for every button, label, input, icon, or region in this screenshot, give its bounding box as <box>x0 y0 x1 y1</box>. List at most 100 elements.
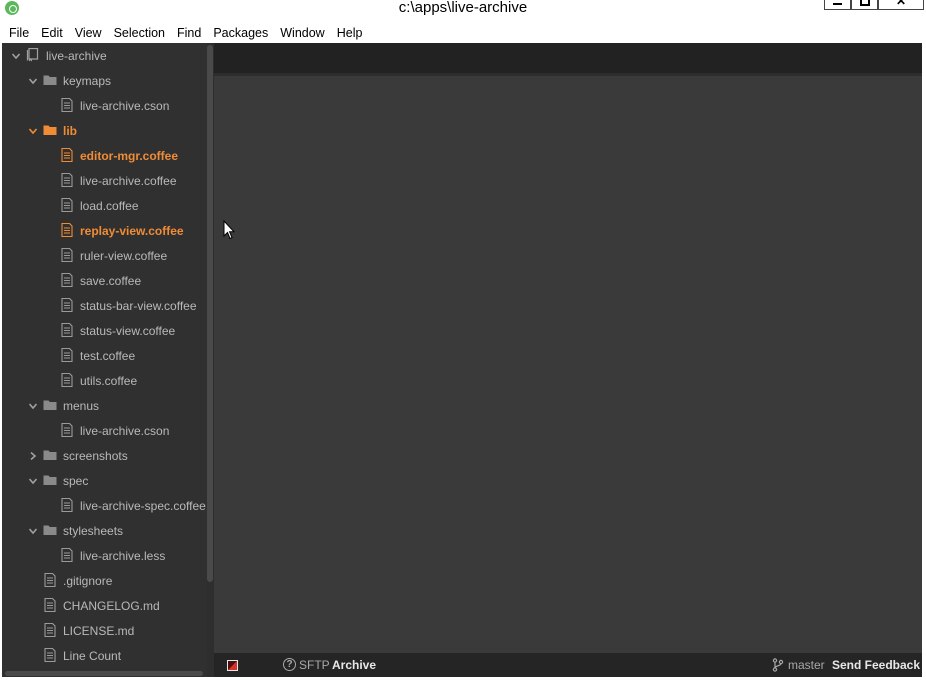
close-button[interactable]: ✕ <box>878 0 924 10</box>
git-branch-label[interactable]: master <box>788 658 825 672</box>
chevron-down-icon[interactable] <box>28 476 38 486</box>
file-text-icon <box>60 97 74 113</box>
chevron-down-icon[interactable] <box>28 126 38 136</box>
tree-item-label: live-archive-spec.coffee <box>80 499 206 513</box>
file-text-icon <box>60 197 74 213</box>
folder-icon <box>43 73 57 87</box>
tree-item-label: replay-view.coffee <box>80 224 184 238</box>
folder-icon <box>43 123 57 137</box>
folder-icon <box>43 523 57 537</box>
tree-item-label: live-archive.coffee <box>80 174 177 188</box>
maximize-icon <box>859 0 870 7</box>
sftp-status[interactable]: SFTP <box>299 658 330 672</box>
menu-bar: File Edit View Selection Find Packages W… <box>0 22 926 44</box>
tree-item-label: editor-mgr.coffee <box>80 149 179 163</box>
tree-item-label: live-archive.cson <box>80 99 170 113</box>
chevron-right-icon[interactable] <box>28 451 38 461</box>
tree-item-label: utils.coffee <box>80 374 138 388</box>
tree-item-label: test.coffee <box>80 349 136 363</box>
tree-file-item[interactable]: ruler-view.coffee <box>2 244 207 268</box>
git-branch-icon <box>772 658 784 672</box>
title-bar[interactable]: c:\apps\live-archive ✕ <box>0 0 926 20</box>
tree-file-item[interactable]: live-archive.less <box>2 544 207 568</box>
tree-file-item[interactable]: status-view.coffee <box>2 319 207 343</box>
file-text-icon <box>60 322 74 338</box>
menu-selection[interactable]: Selection <box>108 22 171 44</box>
archive-status[interactable]: Archive <box>332 658 376 672</box>
archive-status-icon[interactable] <box>227 660 238 671</box>
tree-file-item[interactable]: load.coffee <box>2 194 207 218</box>
folder-icon <box>43 473 57 487</box>
file-text-icon <box>60 147 74 163</box>
tab-bar <box>214 43 922 76</box>
editor-pane[interactable] <box>214 43 922 653</box>
tree-file-item[interactable]: live-archive-spec.coffee <box>2 494 207 518</box>
window-title: c:\apps\live-archive <box>398 0 528 16</box>
chevron-down-icon[interactable] <box>11 51 21 61</box>
tree-file-item[interactable]: replay-view.coffee <box>2 219 207 243</box>
file-text-icon <box>60 297 74 313</box>
tree-folder-item[interactable]: stylesheets <box>2 519 207 543</box>
file-text-icon <box>60 172 74 188</box>
file-text-icon <box>60 497 74 513</box>
tree-file-item[interactable]: live-archive.coffee <box>2 169 207 193</box>
tree-file-item[interactable]: live-archive.cson <box>2 419 207 443</box>
tree-file-item[interactable]: Line Count <box>2 644 207 668</box>
tree-item-label: .gitignore <box>63 574 113 588</box>
tree-file-item[interactable]: CHANGELOG.md <box>2 594 207 618</box>
status-bar: ? SFTP Archive master Send Feedback <box>214 653 922 677</box>
tree-file-item[interactable]: LICENSE.md <box>2 619 207 643</box>
tree-file-item[interactable]: .gitignore <box>2 569 207 593</box>
tree-root-item[interactable]: live-archive <box>2 44 207 68</box>
chevron-down-icon[interactable] <box>28 76 38 86</box>
repo-icon <box>26 47 40 62</box>
tree-file-item[interactable]: status-bar-view.coffee <box>2 294 207 318</box>
file-text-icon <box>60 547 74 563</box>
menu-help[interactable]: Help <box>331 22 369 44</box>
menu-packages[interactable]: Packages <box>207 22 274 44</box>
tree-item-label: screenshots <box>63 449 128 463</box>
minimize-button[interactable] <box>824 0 851 10</box>
tree-item-label: status-bar-view.coffee <box>80 299 197 313</box>
tree-item-label: live-archive.less <box>80 549 166 563</box>
help-circle-icon[interactable]: ? <box>283 658 296 671</box>
menu-edit[interactable]: Edit <box>35 22 69 44</box>
tree-file-item[interactable]: editor-mgr.coffee <box>2 144 207 168</box>
tree-folder-item[interactable]: keymaps <box>2 69 207 93</box>
tree-file-item[interactable]: live-archive.cson <box>2 94 207 118</box>
menu-find[interactable]: Find <box>171 22 207 44</box>
tree-file-item[interactable]: utils.coffee <box>2 369 207 393</box>
tree-item-label: LICENSE.md <box>63 624 135 638</box>
tree-item-label: spec <box>63 474 89 488</box>
folder-icon <box>43 448 57 462</box>
tree-scrollbar-thumb[interactable] <box>207 45 213 582</box>
chevron-down-icon[interactable] <box>28 401 38 411</box>
tree-item-label: Line Count <box>63 649 122 663</box>
file-text-icon <box>43 647 57 663</box>
close-icon: ✕ <box>895 0 907 8</box>
menu-file[interactable]: File <box>3 22 35 44</box>
tree-file-item[interactable]: save.coffee <box>2 269 207 293</box>
menu-view[interactable]: View <box>69 22 108 44</box>
menu-window[interactable]: Window <box>274 22 330 44</box>
chevron-down-icon[interactable] <box>28 526 38 536</box>
send-feedback-link[interactable]: Send Feedback <box>832 658 920 672</box>
tree-horizontal-scrollbar[interactable] <box>5 671 203 676</box>
file-text-icon <box>43 622 57 638</box>
file-text-icon <box>60 222 74 238</box>
workspace: live-archive keymaps live-archive.cson lib e… <box>2 43 922 677</box>
file-text-icon <box>60 422 74 438</box>
tree-folder-item[interactable]: screenshots <box>2 444 207 468</box>
tree-folder-item[interactable]: spec <box>2 469 207 493</box>
minimize-icon <box>833 2 842 5</box>
file-text-icon <box>43 572 57 588</box>
file-text-icon <box>43 597 57 613</box>
tree-folder-item[interactable]: lib <box>2 119 207 143</box>
tree-item-label: save.coffee <box>80 274 142 288</box>
file-text-icon <box>60 372 74 388</box>
tree-file-item[interactable]: test.coffee <box>2 344 207 368</box>
maximize-button[interactable] <box>851 0 878 10</box>
tab-bar-divider <box>214 73 922 76</box>
folder-icon <box>43 398 57 412</box>
tree-folder-item[interactable]: menus <box>2 394 207 418</box>
